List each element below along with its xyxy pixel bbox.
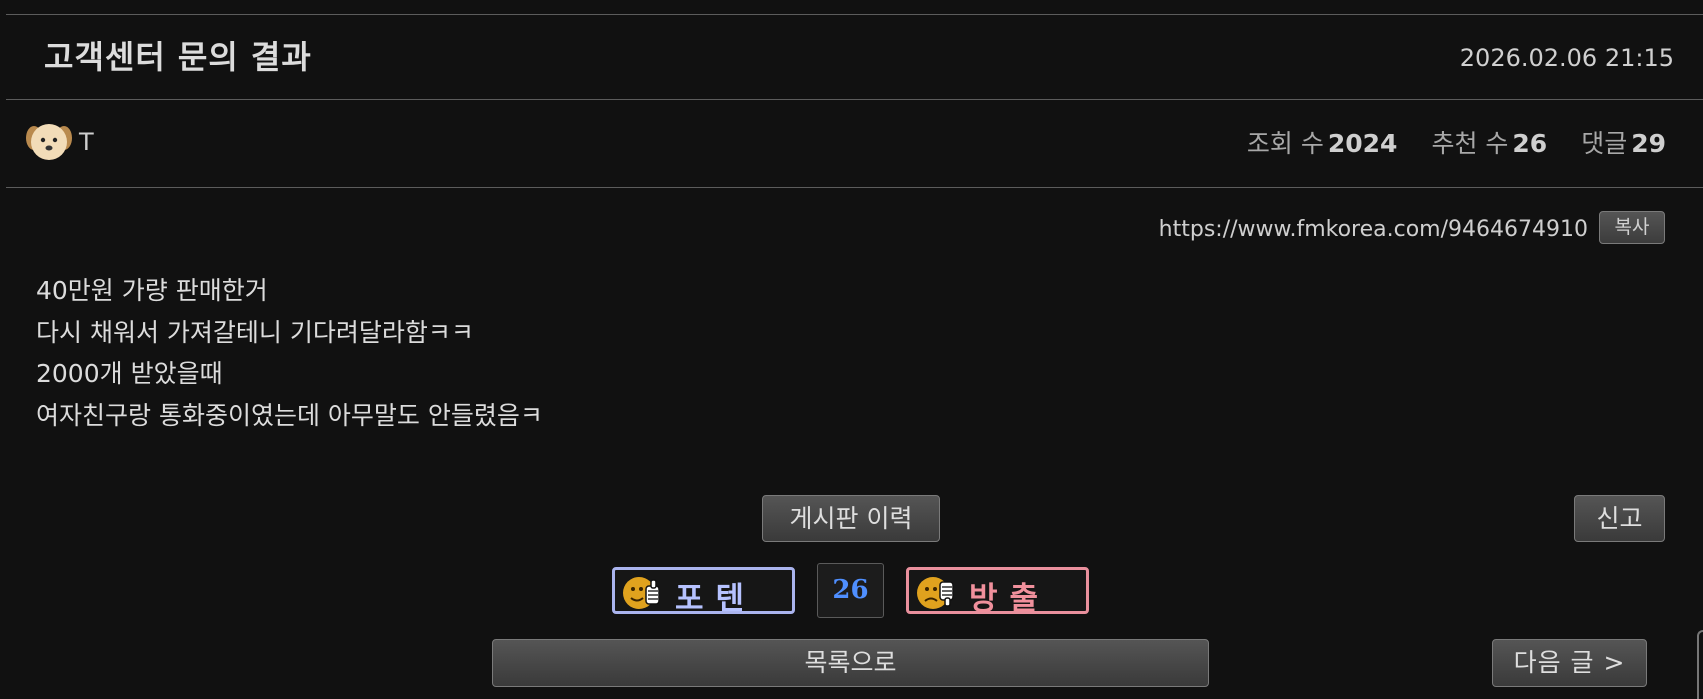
scrollbar-edge[interactable]: [1697, 630, 1703, 699]
board-history-button[interactable]: 게시판 이력: [762, 495, 940, 542]
content-line: 다시 채워서 가져갈테니 기다려달라함ㅋㅋ: [36, 317, 474, 347]
puppy-avatar-icon[interactable]: [24, 120, 74, 164]
likes-label: 추천 수: [1431, 129, 1509, 158]
post-content: 40만원 가량 판매한거 다시 채워서 가져갈테니 기다려달라함ㅋㅋ 2000개…: [36, 270, 543, 436]
back-to-list-button[interactable]: 목록으로: [492, 639, 1209, 687]
content-line: 40만원 가량 판매한거: [36, 276, 268, 305]
vote-up-button[interactable]: 포텐: [612, 567, 795, 617]
post-date: 2026.02.06 21:15: [1459, 44, 1674, 72]
post-url[interactable]: https://www.fmkorea.com/9464674910: [1159, 217, 1588, 242]
next-post-button[interactable]: 다음 글 >: [1492, 639, 1647, 687]
comments-count: 29: [1631, 129, 1666, 158]
content-line: 여자친구랑 통화중이였는데 아무말도 안들렸음ㅋ: [36, 400, 543, 430]
comments-label: 댓글: [1581, 129, 1628, 158]
top-divider: [6, 14, 1703, 15]
content-line: 2000개 받았을때: [36, 359, 223, 388]
page-title: 고객센터 문의 결과: [44, 38, 312, 76]
header-divider: [6, 99, 1703, 100]
likes-count: 26: [1512, 129, 1548, 158]
author-name[interactable]: T: [79, 128, 94, 156]
post-stats: 조회 수 2024 추천 수 26 댓글 29: [1247, 124, 1666, 160]
comments-stat: 댓글 29: [1581, 124, 1666, 160]
vote-count: 26: [817, 563, 884, 618]
vote-up-label: 포텐: [675, 581, 757, 617]
views-label: 조회 수: [1246, 129, 1324, 158]
views-count: 2024: [1327, 129, 1398, 158]
report-button[interactable]: 신고: [1574, 495, 1665, 542]
views-stat: 조회 수 2024: [1247, 124, 1398, 160]
post-view: 고객센터 문의 결과 2026.02.06 21:15 T 조회 수 2024 추…: [0, 0, 1703, 699]
copy-url-button[interactable]: 복사: [1599, 211, 1665, 244]
likes-stat: 추천 수 26: [1431, 124, 1547, 160]
thumbs-up-face-icon: [623, 577, 660, 609]
vote-down-label: 방출: [969, 581, 1051, 617]
vote-down-button[interactable]: 방출: [906, 567, 1089, 617]
thumbs-down-face-icon: [917, 577, 954, 609]
meta-divider: [6, 187, 1703, 188]
